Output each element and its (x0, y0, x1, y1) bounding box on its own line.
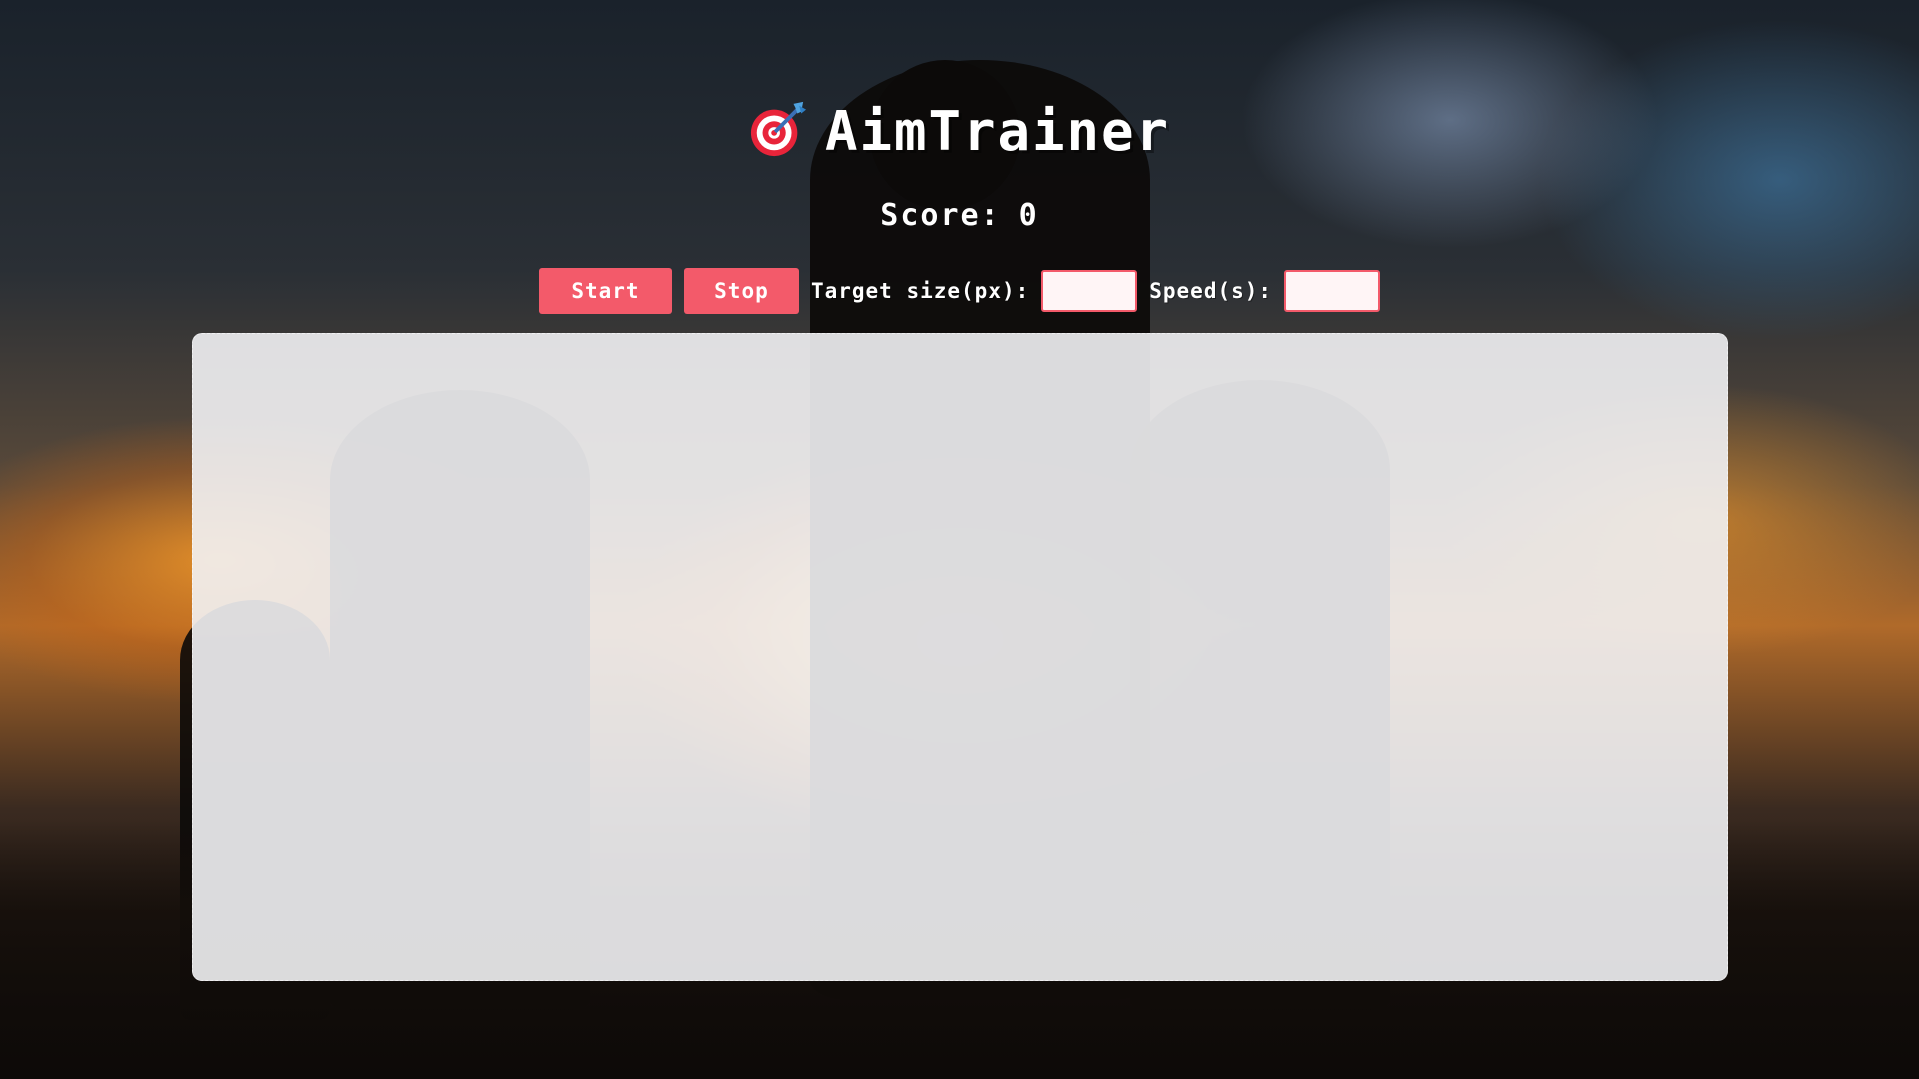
dart-target-icon (749, 100, 807, 158)
title-text: AimTrainer (824, 100, 1171, 163)
controls-bar: Start Stop Target size(px): Speed(s): (0, 268, 1919, 314)
game-arena[interactable] (192, 333, 1728, 981)
start-button[interactable]: Start (538, 268, 672, 314)
target-size-label: Target size(px): (810, 279, 1030, 303)
speed-input[interactable] (1284, 270, 1381, 312)
stop-button[interactable]: Stop (683, 268, 799, 314)
speed-label: Speed(s): (1149, 279, 1273, 303)
app-container: AimTrainer Score: 0 Start Stop Target siz… (0, 0, 1919, 1079)
score-display: Score: 0 (0, 198, 1919, 233)
target-size-input[interactable] (1041, 270, 1138, 312)
page-title: AimTrainer (0, 100, 1919, 163)
score-label: Score: (880, 198, 1001, 233)
score-value: 0 (1018, 198, 1039, 233)
